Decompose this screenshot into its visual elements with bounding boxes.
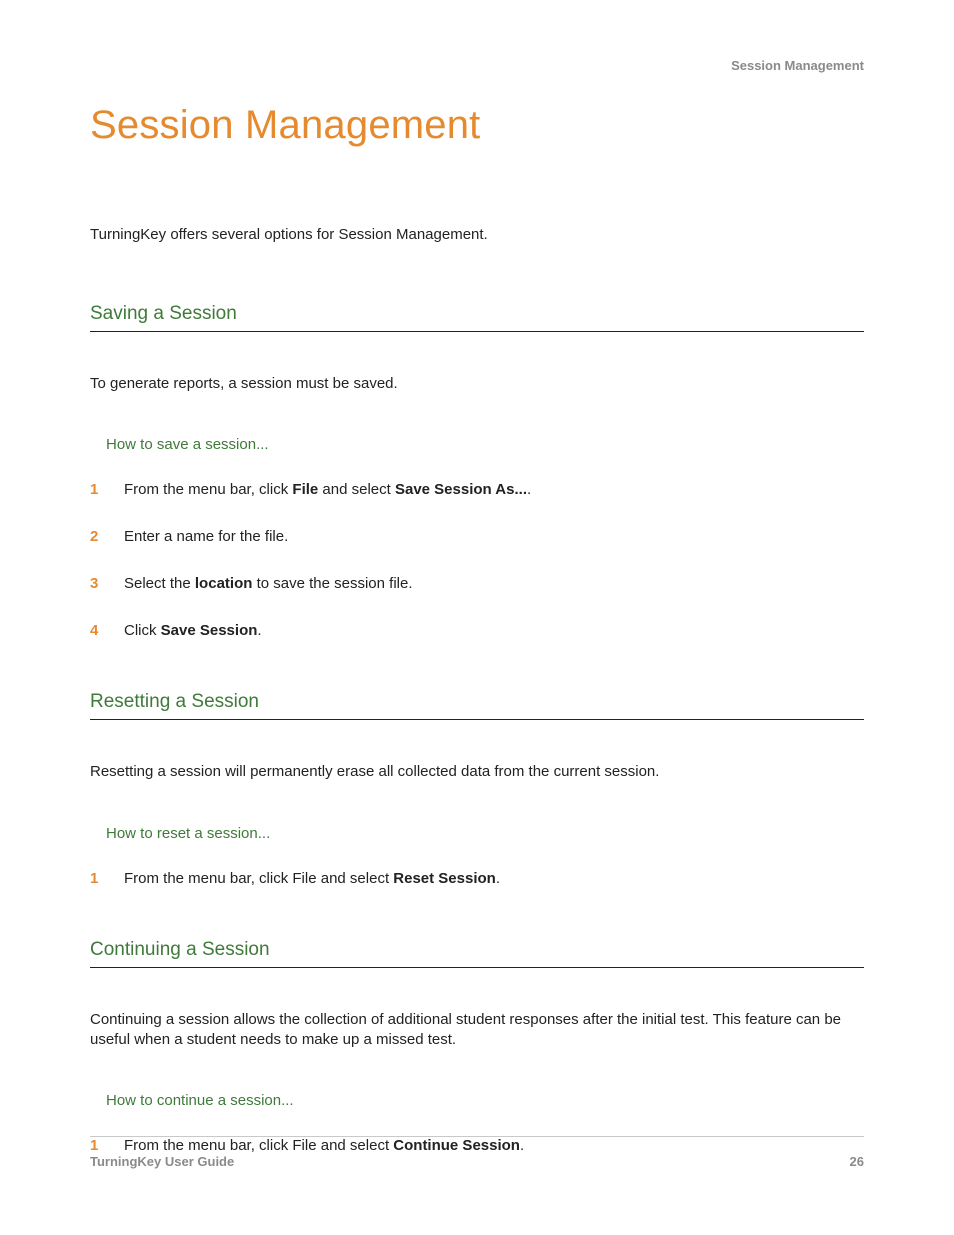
body-saving: To generate reports, a session must be s… xyxy=(90,374,864,394)
step-number: 1 xyxy=(90,870,124,887)
step-item: 2 Enter a name for the file. xyxy=(90,528,864,545)
step-text: Enter a name for the file. xyxy=(124,528,864,545)
section-continuing: Continuing a Session Continuing a sessio… xyxy=(90,939,864,1155)
step-text: From the menu bar, click File and select… xyxy=(124,1137,864,1154)
subhead-continuing: Continuing a Session xyxy=(90,939,864,968)
howto-resetting: How to reset a session... xyxy=(106,825,864,842)
intro-paragraph: TurningKey offers several options for Se… xyxy=(90,226,864,243)
footer-rule xyxy=(90,1136,864,1137)
step-number: 1 xyxy=(90,1137,124,1154)
body-resetting: Resetting a session will permanently era… xyxy=(90,762,864,782)
step-item: 1 From the menu bar, click File and sele… xyxy=(90,481,864,498)
steps-saving: 1 From the menu bar, click File and sele… xyxy=(90,481,864,639)
step-text: Select the location to save the session … xyxy=(124,575,864,592)
page: Session Management Session Management Tu… xyxy=(0,0,954,1235)
howto-continuing: How to continue a session... xyxy=(106,1092,864,1109)
step-number: 4 xyxy=(90,622,124,639)
subhead-saving: Saving a Session xyxy=(90,303,864,332)
step-number: 2 xyxy=(90,528,124,545)
page-title: Session Management xyxy=(90,103,864,148)
running-head: Session Management xyxy=(731,58,864,73)
steps-resetting: 1 From the menu bar, click File and sele… xyxy=(90,870,864,887)
step-item: 1 From the menu bar, click File and sele… xyxy=(90,1137,864,1154)
subhead-resetting: Resetting a Session xyxy=(90,691,864,720)
howto-saving: How to save a session... xyxy=(106,436,864,453)
step-number: 3 xyxy=(90,575,124,592)
footer-doc-title: TurningKey User Guide xyxy=(90,1154,234,1169)
footer: TurningKey User Guide 26 xyxy=(90,1154,864,1169)
body-continuing: Continuing a session allows the collecti… xyxy=(90,1010,864,1051)
footer-page-number: 26 xyxy=(850,1154,864,1169)
section-resetting: Resetting a Session Resetting a session … xyxy=(90,691,864,886)
step-item: 4 Click Save Session. xyxy=(90,622,864,639)
section-saving: Saving a Session To generate reports, a … xyxy=(90,303,864,639)
steps-continuing: 1 From the menu bar, click File and sele… xyxy=(90,1137,864,1154)
step-text: Click Save Session. xyxy=(124,622,864,639)
step-item: 1 From the menu bar, click File and sele… xyxy=(90,870,864,887)
step-number: 1 xyxy=(90,481,124,498)
step-text: From the menu bar, click File and select… xyxy=(124,481,864,498)
step-item: 3 Select the location to save the sessio… xyxy=(90,575,864,592)
step-text: From the menu bar, click File and select… xyxy=(124,870,864,887)
